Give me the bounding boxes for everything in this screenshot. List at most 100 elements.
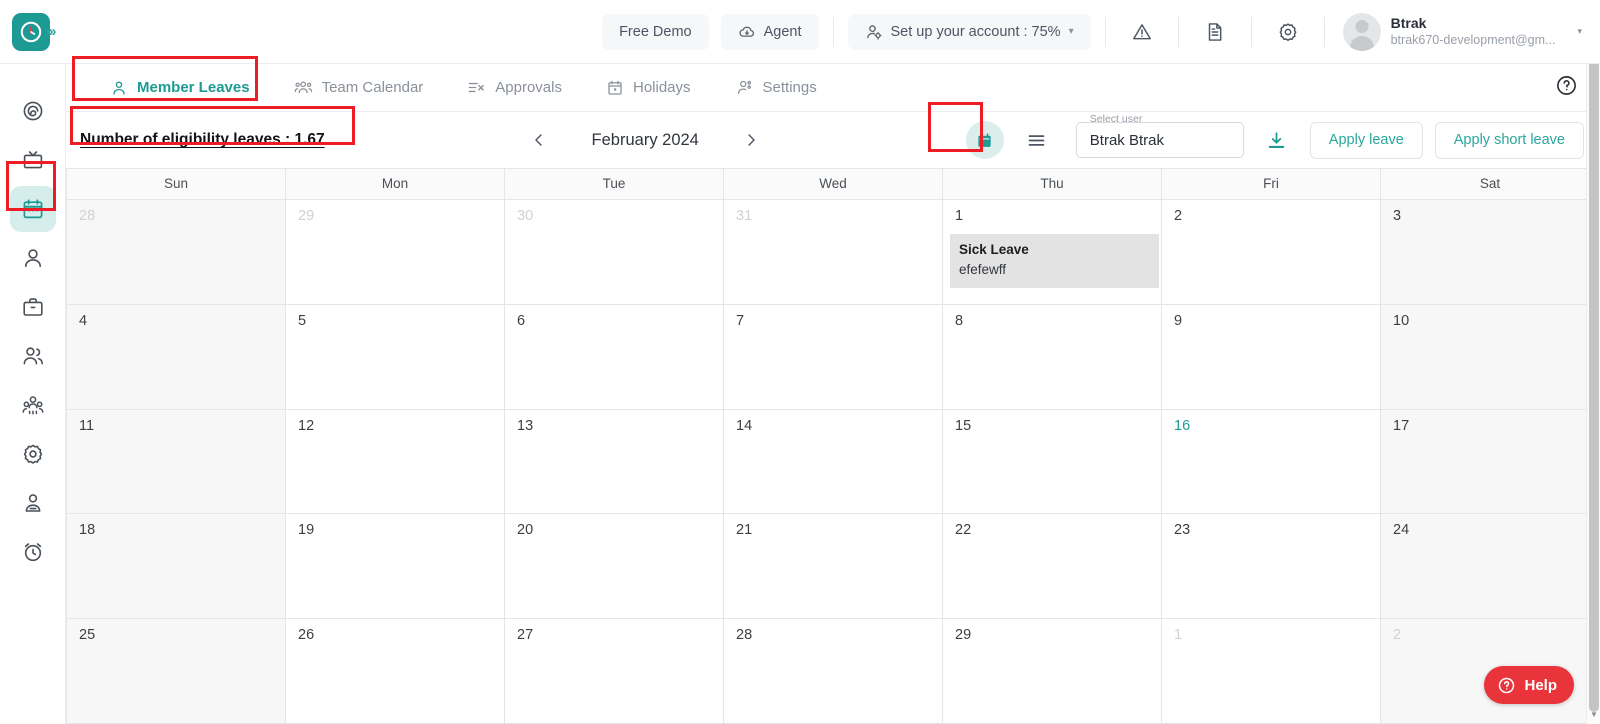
calendar-day-cell[interactable]: 24 [1381, 514, 1600, 620]
list-view-toggle[interactable] [1020, 123, 1054, 157]
calendar-weekday-fri: Fri [1162, 169, 1381, 200]
sidebar-item-calendar[interactable] [9, 186, 56, 232]
calendar-day-number: 31 [736, 208, 753, 224]
agent-button[interactable]: Agent [720, 13, 819, 50]
calendar-day-cell[interactable]: 26 [286, 619, 505, 724]
select-user-field[interactable]: Select user Btrak Btrak [1075, 114, 1244, 158]
help-fab-button[interactable]: Help [1484, 666, 1574, 704]
calendar-day-cell[interactable]: 10 [1381, 304, 1600, 410]
vertical-scrollbar[interactable]: ▲ ▼ [1586, 0, 1600, 724]
calendar-day-cell[interactable]: 22 [943, 514, 1162, 620]
leave-event[interactable]: Sick Leave efefewff [950, 234, 1159, 289]
tab-team-calendar[interactable]: Team Calendar [272, 64, 446, 111]
calendar-day-number: 16 [1174, 417, 1191, 434]
calendar-weekday-sat: Sat [1381, 169, 1600, 200]
calendar-day-cell[interactable]: 19 [286, 514, 505, 620]
calendar-day-cell[interactable]: 7 [724, 304, 943, 410]
calendar-day-cell[interactable]: 31 [724, 200, 943, 305]
calendar-day-cell[interactable]: 25 [67, 619, 286, 724]
calendar-day-number: 27 [517, 627, 534, 644]
sidebar-item-settings[interactable] [10, 431, 56, 477]
calendar-day-number: 14 [736, 417, 753, 434]
top-bar: ››› Free Demo Agent Set up your account … [0, 0, 1600, 64]
calendar-day-cell[interactable]: 9 [1162, 304, 1381, 410]
calendar-weekday-sun: Sun [67, 169, 286, 200]
calendar-day-cell[interactable]: 14 [724, 409, 943, 515]
calendar-day-cell[interactable]: 29 [286, 200, 505, 305]
sidebar-item-briefcase[interactable] [10, 284, 56, 330]
calendar-day-cell[interactable]: 1 Sick Leave efefewff [943, 200, 1162, 305]
calendar-day-cell[interactable]: 3 [1381, 200, 1600, 305]
body-row: Member Leaves Team Calendar Approvals Ho… [0, 64, 1600, 724]
tab-settings[interactable]: Settings [713, 64, 839, 111]
calendar-day-cell[interactable]: 5 [286, 304, 505, 410]
calendar-day-cell[interactable]: 1 [1162, 619, 1381, 724]
settings-button[interactable] [1266, 10, 1310, 54]
calendar-day-cell[interactable]: 12 [286, 409, 505, 515]
calendar-day-number: 29 [955, 627, 972, 644]
calendar-day-cell[interactable]: 6 [505, 304, 724, 410]
sidebar-item-alarm[interactable] [10, 529, 56, 575]
calendar-day-cell[interactable]: 11 [67, 409, 286, 515]
profile-menu[interactable]: Btrak btrak670-development@gm... ▾ [1339, 12, 1600, 51]
calendar-day-cell[interactable]: 27 [505, 619, 724, 724]
profile-text: Btrak btrak670-development@gm... [1391, 15, 1556, 49]
help-question-button[interactable] [1555, 74, 1578, 102]
warning-button[interactable] [1120, 10, 1164, 54]
download-icon [1269, 131, 1285, 148]
tab-holidays[interactable]: Holidays [584, 64, 713, 111]
calendar-day-cell[interactable]: 16 [1162, 409, 1381, 515]
calendar-view-toggle[interactable] [965, 121, 1004, 159]
calendar-day-cell[interactable]: 2 [1162, 200, 1381, 305]
calendar-weekday-thu: Thu [943, 169, 1162, 200]
calendar-day-cell[interactable]: 8 [943, 304, 1162, 410]
calendar-day-number: 24 [1393, 522, 1410, 539]
calendar-day-cell[interactable]: 28 [724, 619, 943, 724]
download-button[interactable] [1260, 123, 1294, 157]
apply-short-leave-button[interactable]: Apply short leave [1434, 121, 1584, 159]
alarm-clock-icon [24, 543, 41, 562]
chevrons-right-icon[interactable]: ››› [46, 23, 57, 40]
sidebar-item-users[interactable] [10, 333, 56, 379]
calendar-day-cell[interactable]: 17 [1381, 409, 1600, 515]
sidebar-item-screen[interactable] [10, 137, 56, 183]
app-logo[interactable] [11, 12, 50, 51]
avatar [1342, 12, 1381, 51]
user-settings-icon [866, 24, 881, 40]
sidebar-item-target[interactable] [10, 88, 56, 134]
calendar-day-cell[interactable]: 13 [505, 409, 724, 515]
calendar-day-number: 25 [79, 627, 96, 644]
tab-member-leaves[interactable]: Member Leaves [88, 64, 272, 111]
free-demo-button[interactable]: Free Demo [602, 13, 709, 50]
calendar-day-cell[interactable]: 20 [505, 514, 724, 620]
next-month-button[interactable] [736, 125, 766, 155]
users-pair-icon [23, 347, 43, 365]
document-button[interactable] [1193, 10, 1237, 54]
scrollbar-thumb[interactable] [1589, 18, 1599, 712]
setup-account-button[interactable]: Set up your account : 75% ▾ [847, 13, 1091, 50]
tab-approvals[interactable]: Approvals [445, 64, 584, 111]
calendar-day-cell[interactable]: 4 [67, 304, 286, 410]
calendar-day-cell[interactable]: 21 [724, 514, 943, 620]
calendar-day-number: 1 [1174, 627, 1183, 644]
calendar-day-cell[interactable]: 15 [943, 409, 1162, 515]
sidebar-item-user-badge[interactable] [10, 480, 56, 526]
calendar-weekday-wed: Wed [724, 169, 943, 200]
calendar-day-cell[interactable]: 28 [67, 200, 286, 305]
topbar-divider-4 [1250, 16, 1252, 47]
calendar-day-cell[interactable]: 30 [505, 200, 724, 305]
apply-leave-button[interactable]: Apply leave [1309, 121, 1423, 159]
person-settings-icon [737, 80, 751, 94]
sidebar-item-team[interactable] [10, 382, 56, 428]
sidebar-item-user[interactable] [10, 235, 56, 281]
tab-bar: Member Leaves Team Calendar Approvals Ho… [66, 64, 1600, 112]
select-user-value[interactable]: Btrak Btrak [1075, 122, 1244, 158]
prev-month-button[interactable] [524, 125, 554, 155]
calendar-day-cell[interactable]: 18 [67, 514, 286, 620]
calendar-day-number: 29 [298, 208, 315, 224]
user-badge-icon [25, 494, 40, 512]
calendar-day-cell[interactable]: 23 [1162, 514, 1381, 620]
scroll-down-arrow-icon[interactable]: ▼ [1587, 708, 1600, 722]
calendar-day-cell[interactable]: 29 [943, 619, 1162, 724]
gear-icon [1279, 22, 1297, 41]
